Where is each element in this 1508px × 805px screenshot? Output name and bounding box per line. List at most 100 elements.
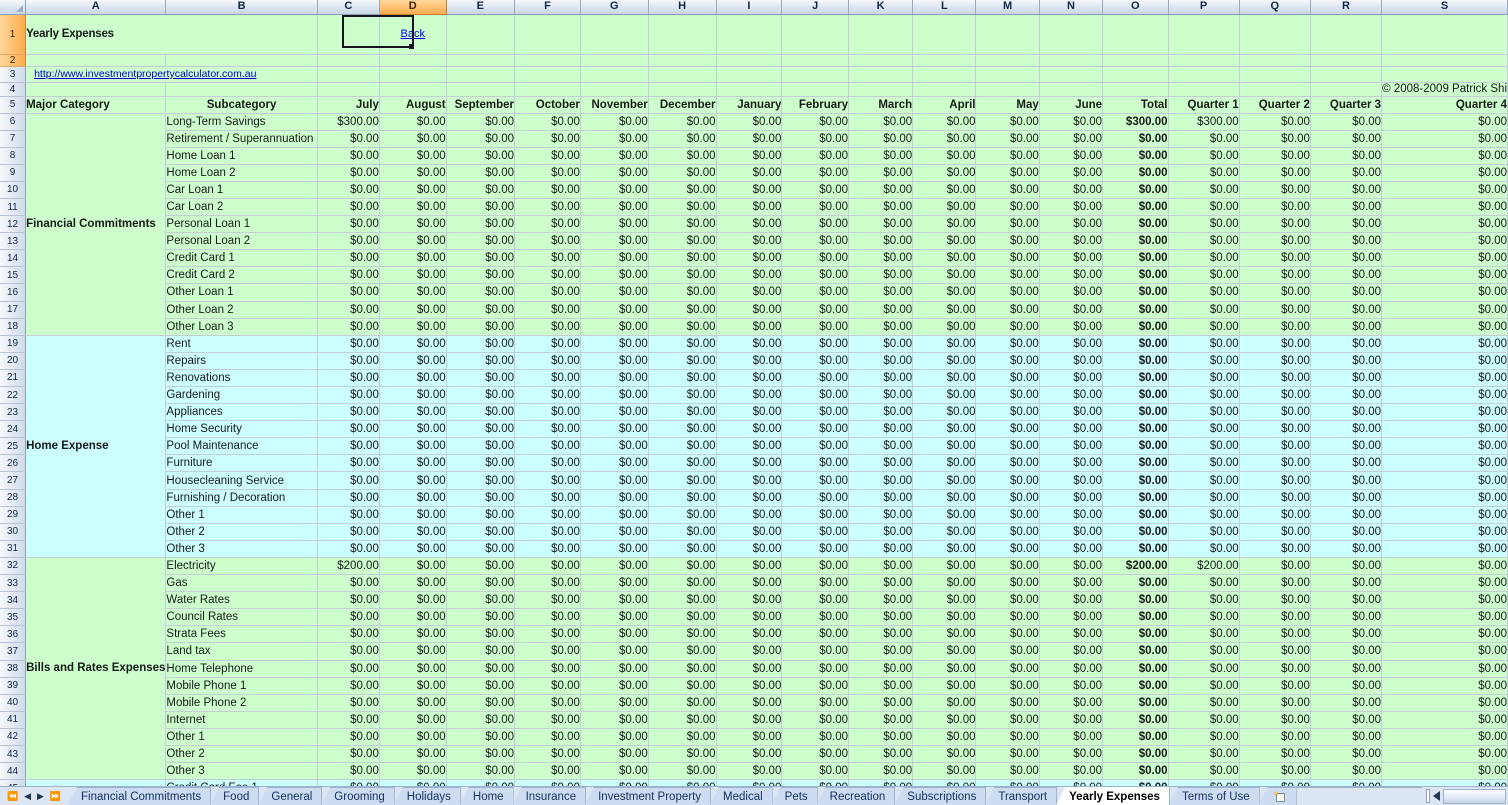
- row-header-25[interactable]: 25: [0, 438, 26, 455]
- quarter-value[interactable]: $0.00: [1168, 677, 1239, 694]
- quarter-value[interactable]: $0.00: [1310, 523, 1381, 540]
- subcategory-label[interactable]: Housecleaning Service: [166, 472, 317, 489]
- subcategory-label[interactable]: Home Loan 2: [166, 164, 317, 181]
- total-value[interactable]: $0.00: [1103, 523, 1168, 540]
- month-value[interactable]: $0.00: [317, 523, 379, 540]
- sheet-tab-insurance[interactable]: Insurance: [513, 787, 587, 805]
- month-value[interactable]: $0.00: [515, 506, 581, 523]
- month-value[interactable]: $0.00: [913, 763, 976, 780]
- table-row[interactable]: 30Other 2$0.00$0.00$0.00$0.00$0.00$0.00$…: [0, 523, 1508, 540]
- month-value[interactable]: $0.00: [580, 472, 648, 489]
- month-value[interactable]: $0.00: [317, 267, 379, 284]
- month-value[interactable]: $0.00: [580, 335, 648, 352]
- column-header-A[interactable]: A: [26, 0, 166, 14]
- quarter-value[interactable]: $0.00: [1168, 523, 1239, 540]
- column-header-G[interactable]: G: [580, 0, 648, 14]
- month-value[interactable]: $0.00: [782, 523, 849, 540]
- quarter-value[interactable]: $0.00: [1382, 181, 1508, 198]
- month-value[interactable]: $0.00: [716, 130, 782, 147]
- subcategory-label[interactable]: Home Telephone: [166, 660, 317, 677]
- cell-O2[interactable]: [1103, 54, 1168, 66]
- month-value[interactable]: $0.00: [976, 147, 1039, 164]
- month-value[interactable]: $0.00: [1039, 489, 1102, 506]
- month-value[interactable]: $0.00: [648, 421, 716, 438]
- month-value[interactable]: $0.00: [1039, 369, 1102, 386]
- cell-M2[interactable]: [976, 54, 1039, 66]
- month-value[interactable]: $0.00: [913, 745, 976, 762]
- table-row[interactable]: 19Home ExpenseRent$0.00$0.00$0.00$0.00$0…: [0, 335, 1508, 352]
- month-value[interactable]: $0.00: [782, 233, 849, 250]
- month-value[interactable]: $0.00: [976, 540, 1039, 557]
- row-header-26[interactable]: 26: [0, 455, 26, 472]
- month-value[interactable]: $0.00: [782, 352, 849, 369]
- month-value[interactable]: $0.00: [446, 250, 514, 267]
- month-value[interactable]: $0.00: [648, 626, 716, 643]
- month-value[interactable]: $0.00: [446, 745, 514, 762]
- quarter-value[interactable]: $0.00: [1168, 575, 1239, 592]
- cell-R1[interactable]: [1310, 14, 1381, 54]
- quarter-value[interactable]: $0.00: [1382, 335, 1508, 352]
- total-value[interactable]: $0.00: [1103, 609, 1168, 626]
- month-value[interactable]: $0.00: [379, 404, 446, 421]
- quarter-value[interactable]: $0.00: [1239, 147, 1310, 164]
- quarter-value[interactable]: $0.00: [1239, 592, 1310, 609]
- total-value[interactable]: $0.00: [1103, 164, 1168, 181]
- month-value[interactable]: $0.00: [913, 540, 976, 557]
- month-value[interactable]: $0.00: [716, 711, 782, 728]
- month-value[interactable]: $0.00: [317, 421, 379, 438]
- subcategory-label[interactable]: Other 2: [166, 523, 317, 540]
- month-value[interactable]: $0.00: [580, 267, 648, 284]
- month-value[interactable]: $0.00: [317, 301, 379, 318]
- month-value[interactable]: $0.00: [716, 284, 782, 301]
- month-value[interactable]: $0.00: [716, 233, 782, 250]
- month-value[interactable]: $0.00: [317, 181, 379, 198]
- month-value[interactable]: $0.00: [515, 575, 581, 592]
- month-value[interactable]: $0.00: [716, 421, 782, 438]
- scroll-split-grip[interactable]: [1426, 789, 1430, 803]
- row-header-43[interactable]: 43: [0, 745, 26, 762]
- cell-F4[interactable]: [515, 82, 581, 96]
- quarter-value[interactable]: $0.00: [1168, 267, 1239, 284]
- cell-Q3[interactable]: [1239, 66, 1310, 82]
- month-value[interactable]: $0.00: [379, 318, 446, 335]
- month-value[interactable]: $0.00: [446, 472, 514, 489]
- table-row[interactable]: 27Housecleaning Service$0.00$0.00$0.00$0…: [0, 472, 1508, 489]
- quarter-value[interactable]: $0.00: [1310, 284, 1381, 301]
- month-value[interactable]: $0.00: [317, 592, 379, 609]
- month-value[interactable]: $0.00: [515, 523, 581, 540]
- cell-D4[interactable]: [379, 82, 446, 96]
- month-value[interactable]: $0.00: [515, 404, 581, 421]
- row-header-24[interactable]: 24: [0, 421, 26, 438]
- month-value[interactable]: $0.00: [379, 472, 446, 489]
- month-value[interactable]: $0.00: [1039, 198, 1102, 215]
- month-value[interactable]: $0.00: [976, 489, 1039, 506]
- row-header-18[interactable]: 18: [0, 318, 26, 335]
- month-value[interactable]: $0.00: [849, 198, 913, 215]
- quarter-value[interactable]: $0.00: [1382, 677, 1508, 694]
- month-value[interactable]: $0.00: [976, 404, 1039, 421]
- month-value[interactable]: $0.00: [913, 489, 976, 506]
- row-header-3[interactable]: 3: [0, 66, 26, 82]
- month-value[interactable]: $0.00: [976, 318, 1039, 335]
- total-value[interactable]: $0.00: [1103, 421, 1168, 438]
- quarter-value[interactable]: $0.00: [1382, 267, 1508, 284]
- month-value[interactable]: $0.00: [1039, 181, 1102, 198]
- column-header-F[interactable]: F: [515, 0, 581, 14]
- quarter-value[interactable]: $0.00: [1239, 250, 1310, 267]
- cell-Q2[interactable]: [1239, 54, 1310, 66]
- month-value[interactable]: $0.00: [1039, 404, 1102, 421]
- month-value[interactable]: $0.00: [515, 130, 581, 147]
- subcategory-label[interactable]: Other 2: [166, 745, 317, 762]
- month-value[interactable]: $0.00: [716, 660, 782, 677]
- row-header-31[interactable]: 31: [0, 540, 26, 557]
- month-value[interactable]: $0.00: [580, 421, 648, 438]
- month-value[interactable]: $0.00: [580, 216, 648, 233]
- month-value[interactable]: $0.00: [716, 335, 782, 352]
- quarter-value[interactable]: $0.00: [1239, 694, 1310, 711]
- month-value[interactable]: $0.00: [317, 250, 379, 267]
- month-value[interactable]: $0.00: [317, 626, 379, 643]
- month-value[interactable]: $0.00: [1039, 626, 1102, 643]
- quarter-value[interactable]: $0.00: [1310, 711, 1381, 728]
- month-value[interactable]: $0.00: [849, 318, 913, 335]
- subcategory-label[interactable]: Land tax: [166, 643, 317, 660]
